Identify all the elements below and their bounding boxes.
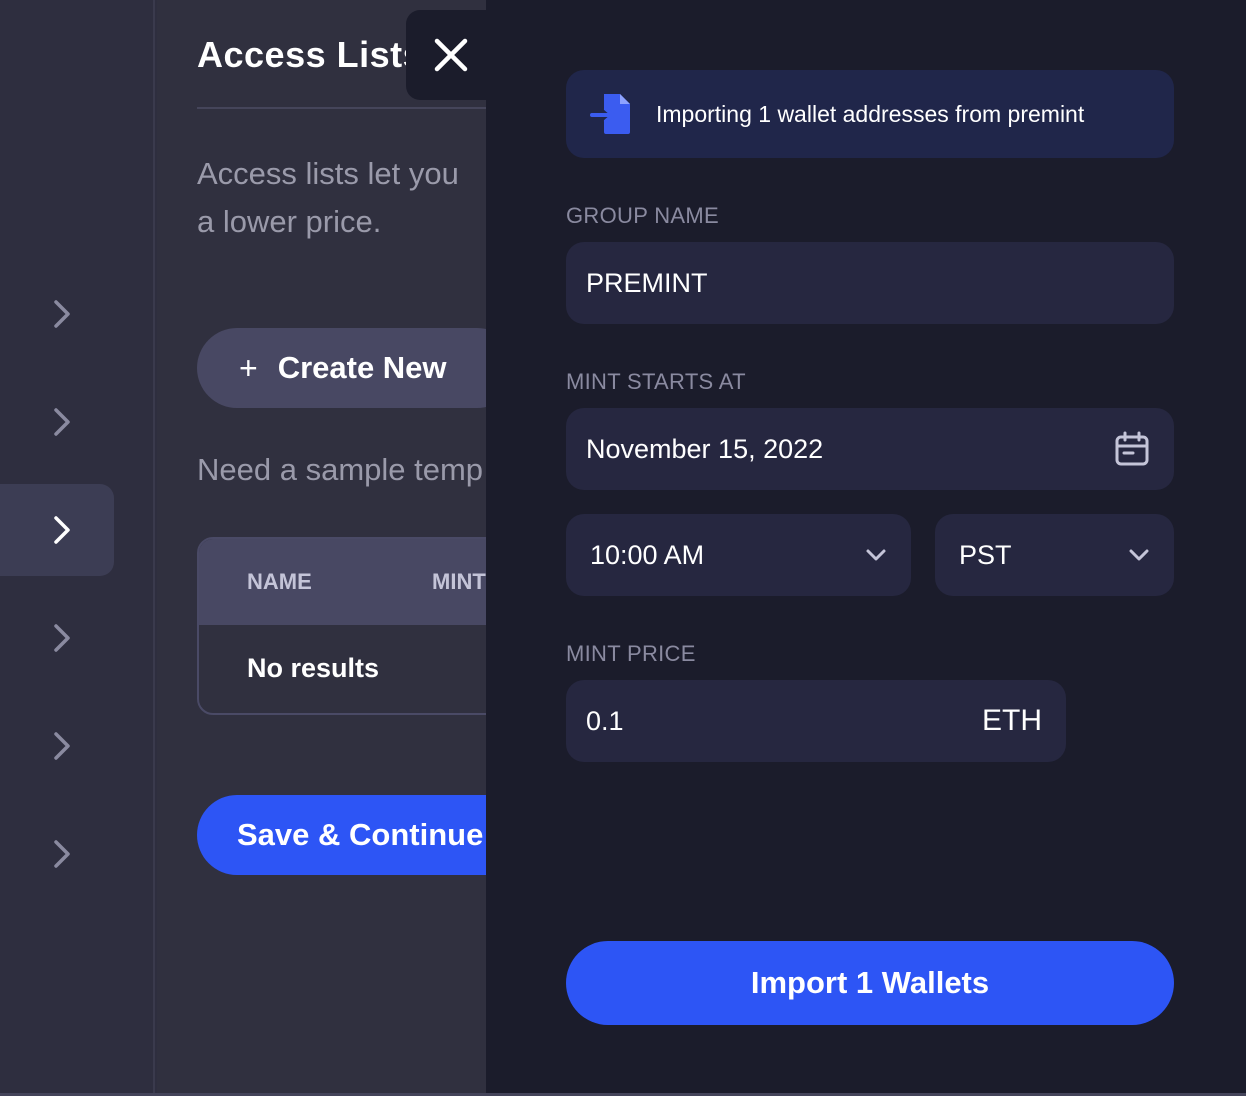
sample-template-text: Need a sample temp [197,452,484,487]
rail-item-5[interactable] [0,700,114,792]
create-new-button[interactable]: + Create New [197,328,486,408]
chevron-down-icon [866,549,886,561]
group-name-label: GROUP NAME [566,203,719,228]
mint-date-field[interactable]: November 15, 2022 [566,408,1174,490]
mint-price-unit: ETH [982,704,1042,737]
timezone-select[interactable]: PST [935,514,1174,596]
description-line-2: a lower price. [197,204,382,239]
create-new-label: Create New [277,350,447,385]
save-continue-button[interactable]: Save & Continue [197,795,486,875]
table-empty-state: No results [247,653,380,683]
plus-icon: + [239,349,258,386]
panel-description: Access lists let you a lower price. [197,150,486,246]
chevron-right-icon [54,408,70,436]
close-icon [434,38,468,72]
calendar-button[interactable] [1114,431,1150,467]
timezone-dropdown-toggle[interactable] [1128,548,1150,562]
group-name-field[interactable]: PREMINT [566,242,1174,324]
left-rail [0,0,155,1096]
chevron-right-icon [54,624,70,652]
rail-item-1[interactable] [0,268,114,360]
mint-starts-label: MINT STARTS AT [566,369,746,394]
access-lists-panel: Access Lists Access lists let you a lowe… [157,0,486,1096]
chevron-right-icon [54,516,70,544]
import-banner: Importing 1 wallet addresses from premin… [566,70,1174,158]
rail-item-3-active[interactable] [0,484,114,576]
import-drawer: Importing 1 wallet addresses from premin… [486,0,1246,1096]
file-import-icon [590,94,630,134]
import-banner-text: Importing 1 wallet addresses from premin… [656,100,1085,127]
description-line-1: Access lists let you [197,156,459,191]
app-root: Access Lists Access lists let you a lowe… [0,0,1246,1096]
time-select[interactable]: 10:00 AM [566,514,911,596]
chevron-down-icon [1129,549,1149,561]
close-drawer-button[interactable] [406,10,496,100]
time-value: 10:00 AM [590,539,705,570]
mint-date-value: November 15, 2022 [586,433,824,464]
rail-item-6[interactable] [0,808,114,900]
rail-item-2[interactable] [0,376,114,468]
mint-price-label: MINT PRICE [566,641,696,666]
chevron-right-icon [54,840,70,868]
table-header: NAME MINT [199,539,486,625]
title-divider [197,107,486,109]
time-dropdown-toggle[interactable] [865,548,887,562]
mint-price-field[interactable]: 0.1 ETH [566,680,1066,762]
mint-price-value: 0.1 [586,705,624,736]
access-list-table: NAME MINT No results [197,537,486,715]
column-header-mint[interactable]: MINT [432,569,486,595]
chevron-right-icon [54,732,70,760]
page-title: Access Lists [197,34,424,75]
calendar-icon [1115,431,1149,466]
group-name-value: PREMINT [586,267,708,298]
timezone-value: PST [959,539,1012,570]
import-wallets-button[interactable]: Import 1 Wallets [566,941,1174,1025]
column-header-name[interactable]: NAME [247,569,312,595]
chevron-right-icon [54,300,70,328]
rail-item-4[interactable] [0,592,114,684]
